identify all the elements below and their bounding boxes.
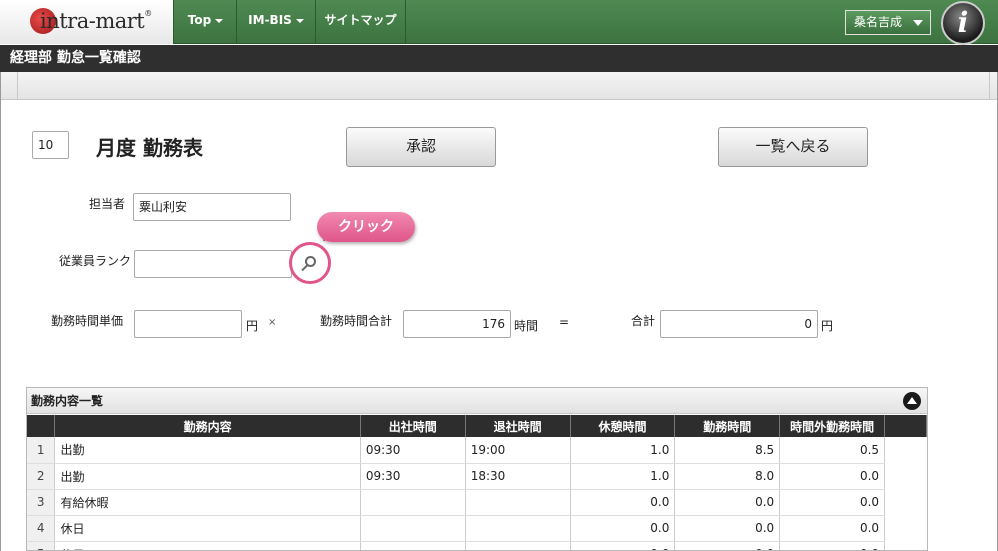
cell-work-hours[interactable]: 0.0 xyxy=(674,515,781,542)
col-work-type: 勤務内容 xyxy=(54,415,361,437)
rank-field[interactable] xyxy=(134,250,292,278)
col-break-time: 休憩時間 xyxy=(570,415,676,437)
user-menu-button[interactable]: 桑名吉成 xyxy=(845,10,931,35)
cell-work-hours[interactable]: 0.0 xyxy=(674,489,781,516)
col-start-time: 出社時間 xyxy=(360,415,466,437)
person-field[interactable]: 粟山利安 xyxy=(133,193,291,221)
cell-end-time[interactable] xyxy=(465,515,571,542)
cell-start-time[interactable]: 09:30 xyxy=(360,463,466,490)
unit-price-field[interactable] xyxy=(134,310,242,338)
nav-im-bis-label: IM-BIS xyxy=(248,13,292,27)
timesheet-heading: 月度 勤務表 xyxy=(96,136,203,160)
table-row[interactable]: 1 出勤 09:30 19:00 1.0 8.5 0.5 xyxy=(27,437,927,464)
rank-search-button[interactable] xyxy=(289,242,331,284)
work-list-panel: 勤務内容一覧 勤務内容 出社時間 退社時間 休憩時間 勤務時間 時間外勤務時間 … xyxy=(26,387,928,551)
cell-break-time[interactable]: 1.0 xyxy=(570,437,676,464)
col-spacer xyxy=(884,415,927,437)
chevron-down-icon xyxy=(215,18,224,23)
cell-break-time[interactable]: 1.0 xyxy=(570,463,676,490)
table-row[interactable]: 5 休日 0.0 0.0 0.0 xyxy=(27,541,927,550)
cell-work-type[interactable]: 出勤 xyxy=(54,463,361,490)
work-table: 勤務内容 出社時間 退社時間 休憩時間 勤務時間 時間外勤務時間 1 出勤 09… xyxy=(27,415,927,550)
cell-end-time[interactable]: 19:00 xyxy=(465,437,571,464)
cell-work-hours[interactable]: 0.0 xyxy=(674,541,781,550)
cell-start-time[interactable] xyxy=(360,541,466,550)
nav-sitemap[interactable]: サイトマップ xyxy=(316,0,406,44)
col-index xyxy=(27,415,56,437)
col-overtime-hours: 時間外勤務時間 xyxy=(779,415,886,437)
table-row[interactable]: 3 有給休暇 0.0 0.0 0.0 xyxy=(27,489,927,516)
sum-unit: 円 xyxy=(821,319,834,333)
toolbar-strip xyxy=(0,72,998,100)
chevron-down-icon xyxy=(913,20,923,26)
approve-button[interactable]: 承認 xyxy=(346,127,496,167)
cell-start-time[interactable]: 09:30 xyxy=(360,437,466,464)
total-hours-label: 勤務時間合計 xyxy=(320,314,393,328)
cell-work-type[interactable]: 有給休暇 xyxy=(54,489,361,516)
row-index: 4 xyxy=(27,515,56,542)
month-input[interactable]: 10 xyxy=(32,131,69,159)
cell-start-time[interactable] xyxy=(360,515,466,542)
hours-unit: 時間 xyxy=(514,319,539,333)
page-title: 経理部 勤怠一覧確認 xyxy=(0,45,998,72)
col-work-hours: 勤務時間 xyxy=(674,415,781,437)
nav-top-label: Top xyxy=(187,13,212,27)
cell-start-time[interactable] xyxy=(360,489,466,516)
cell-overtime-hours[interactable]: 0.0 xyxy=(779,489,886,516)
cell-work-type[interactable]: 出勤 xyxy=(54,437,361,464)
nav-im-bis-menu[interactable]: IM-BIS xyxy=(237,0,316,44)
user-name: 桑名吉成 xyxy=(854,15,903,29)
cell-end-time[interactable] xyxy=(465,541,571,550)
person-label: 担当者 xyxy=(89,197,126,211)
unit-price-label: 勤務時間単価 xyxy=(51,314,124,328)
collapse-icon[interactable] xyxy=(903,392,921,410)
chevron-down-icon xyxy=(295,18,304,23)
click-callout: クリック xyxy=(317,212,415,242)
total-hours-field[interactable]: 176 xyxy=(403,310,511,338)
cell-break-time[interactable]: 0.0 xyxy=(570,489,676,516)
row-index: 2 xyxy=(27,463,56,490)
equals-sign: = xyxy=(559,315,570,329)
back-to-list-button[interactable]: 一覧へ戻る xyxy=(718,127,868,167)
table-row[interactable]: 2 出勤 09:30 18:30 1.0 8.0 0.0 xyxy=(27,463,927,490)
cell-break-time[interactable]: 0.0 xyxy=(570,541,676,550)
yen-unit: 円 xyxy=(246,319,259,333)
intra-mart-logo[interactable]: intra-mart® xyxy=(0,0,174,44)
info-icon[interactable]: i xyxy=(941,1,985,45)
cell-work-type[interactable]: 休日 xyxy=(54,541,361,550)
cell-work-hours[interactable]: 8.0 xyxy=(674,463,781,490)
table-row[interactable]: 4 休日 0.0 0.0 0.0 xyxy=(27,515,927,542)
nav-top-menu[interactable]: Top xyxy=(175,0,237,44)
cell-overtime-hours[interactable]: 0.0 xyxy=(779,515,886,542)
top-navbar: intra-mart® Top IM-BIS サイトマップ 桑名吉成 i xyxy=(0,0,998,45)
col-end-time: 退社時間 xyxy=(465,415,571,437)
row-index: 3 xyxy=(27,489,56,516)
rank-label: 従業員ランク xyxy=(59,254,132,268)
nav-sitemap-label: サイトマップ xyxy=(324,13,397,27)
times-sign: × xyxy=(268,317,277,328)
cell-end-time[interactable]: 18:30 xyxy=(465,463,571,490)
cell-work-hours[interactable]: 8.5 xyxy=(674,437,781,464)
panel-header: 勤務内容一覧 xyxy=(27,388,927,414)
row-index: 5 xyxy=(27,541,56,550)
panel-title: 勤務内容一覧 xyxy=(31,394,104,408)
row-index: 1 xyxy=(27,437,56,464)
sum-field[interactable]: 0 xyxy=(660,310,818,338)
cell-break-time[interactable]: 0.0 xyxy=(570,515,676,542)
cell-work-type[interactable]: 休日 xyxy=(54,515,361,542)
sum-label: 合計 xyxy=(631,314,656,328)
cell-overtime-hours[interactable]: 0.5 xyxy=(779,437,886,464)
cell-overtime-hours[interactable]: 0.0 xyxy=(779,541,886,550)
cell-end-time[interactable] xyxy=(465,489,571,516)
logo-text: intra-mart® xyxy=(40,9,152,33)
cell-overtime-hours[interactable]: 0.0 xyxy=(779,463,886,490)
